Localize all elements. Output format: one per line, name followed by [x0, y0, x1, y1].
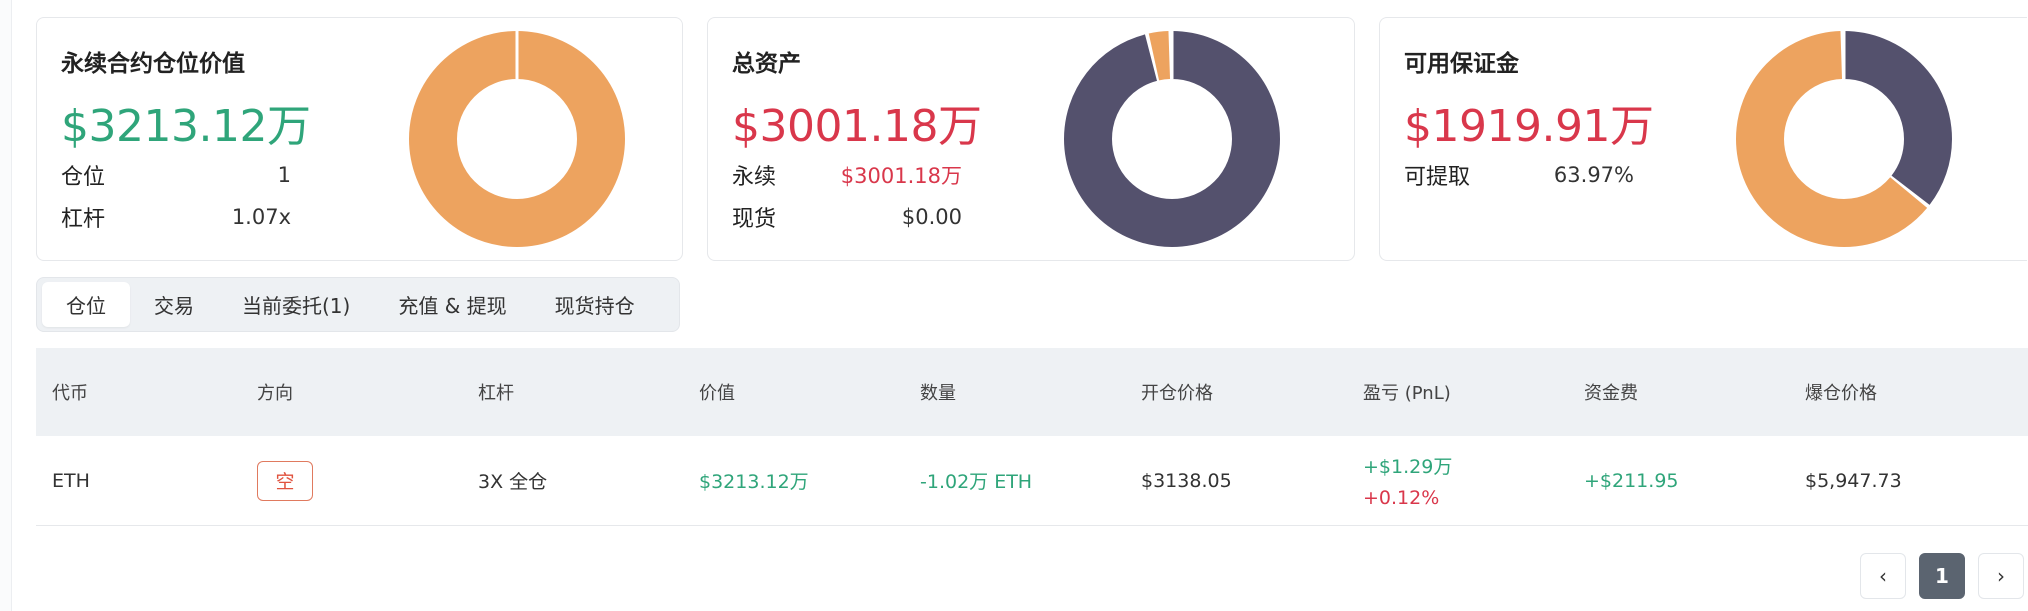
- row-label: 现货: [732, 207, 777, 232]
- header-entry-price: 开仓价格: [1141, 383, 1213, 404]
- row-value: 1.07x: [231, 205, 291, 229]
- card-title: 永续合约仓位价值: [61, 51, 245, 77]
- pnl-percent: +0.12%: [1363, 487, 1440, 509]
- cell-funding: +$211.95: [1584, 469, 1679, 492]
- card-row-spot: 现货 $0.00: [732, 200, 962, 234]
- card-row-position: 仓位 1: [61, 158, 291, 192]
- positions-table: 代币 方向 杠杆 价值 数量 开仓价格 盈亏 (PnL) 资金费 爆仓价格 ET…: [36, 348, 2028, 526]
- pnl-amount: +$1.29万: [1363, 456, 1453, 478]
- header-liq-price: 爆仓价格: [1805, 383, 1877, 404]
- row-label: 杠杆: [61, 207, 106, 232]
- header-side: 方向: [257, 383, 293, 404]
- header-token: 代币: [52, 383, 88, 404]
- donut-chart-position: [409, 31, 625, 247]
- card-row-withdrawable: 可提取 63.97%: [1404, 158, 1634, 192]
- table-header: 代币 方向 杠杆 价值 数量 开仓价格 盈亏 (PnL) 资金费 爆仓价格: [36, 348, 2028, 436]
- tab-trades[interactable]: 交易: [130, 282, 218, 327]
- row-label: 永续: [732, 165, 777, 190]
- header-pnl: 盈亏 (PnL): [1363, 383, 1451, 404]
- side-short-badge: 空: [257, 460, 313, 501]
- card-value: $3213.12万: [61, 101, 311, 152]
- section-tabs: 仓位 交易 当前委托(1) 充值 & 提现 现货持仓: [36, 277, 680, 332]
- header-leverage: 杠杆: [478, 383, 514, 404]
- card-title: 总资产: [732, 51, 801, 77]
- card-row-leverage: 杠杆 1.07x: [61, 200, 291, 234]
- row-value: 1: [277, 163, 291, 187]
- cell-liq-price: $5,947.73: [1805, 469, 1902, 492]
- total-assets-card: 总资产 $3001.18万 永续 $3001.18万 现货 $0.00: [707, 17, 1355, 261]
- card-row-perp: 永续 $3001.18万: [732, 158, 962, 192]
- row-label: 可提取: [1404, 165, 1471, 190]
- row-label: 仓位: [61, 165, 106, 190]
- perp-position-value-card: 永续合约仓位价值 $3213.12万 仓位 1 杠杆 1.07x: [36, 17, 683, 261]
- page-1-button[interactable]: 1: [1919, 553, 1965, 599]
- row-value: $0.00: [901, 205, 962, 229]
- cell-side: 空: [257, 460, 313, 501]
- tab-deposit-withdraw[interactable]: 充值 & 提现: [374, 282, 530, 327]
- tab-spot-holdings[interactable]: 现货持仓: [531, 282, 659, 327]
- donut-segment-0: [1064, 31, 1280, 247]
- tab-positions[interactable]: 仓位: [42, 282, 130, 327]
- donut-segment-0: [409, 31, 625, 247]
- next-page-button[interactable]: ›: [1978, 553, 2024, 599]
- card-title: 可用保证金: [1404, 51, 1519, 77]
- cell-entry-price: $3138.05: [1141, 469, 1232, 492]
- tab-open-orders[interactable]: 当前委托(1): [218, 282, 374, 327]
- cell-value: $3213.12万: [699, 471, 809, 493]
- card-value: $3001.18万: [732, 101, 982, 152]
- cell-pnl: +$1.29万 +0.12%: [1363, 452, 1452, 509]
- row-value: $3001.18万: [840, 164, 962, 188]
- donut-chart-assets: [1064, 31, 1280, 247]
- donut-chart-margin: [1736, 31, 1952, 247]
- available-margin-card: 可用保证金 $1919.91万 可提取 63.97%: [1379, 17, 2027, 261]
- table-row[interactable]: ETH 空 3X 全仓 $3213.12万 -1.02万 ETH $3138.0…: [36, 436, 2028, 526]
- left-edge: [0, 0, 12, 611]
- row-value: 63.97%: [1553, 163, 1634, 187]
- header-funding: 资金费: [1584, 383, 1638, 404]
- cell-token: ETH: [52, 469, 90, 492]
- prev-page-button[interactable]: ‹: [1860, 553, 1906, 599]
- header-value: 价值: [699, 383, 735, 404]
- cell-leverage: 3X 全仓: [478, 471, 548, 493]
- cell-quantity: -1.02万 ETH: [920, 471, 1033, 493]
- header-quantity: 数量: [920, 383, 956, 404]
- card-value: $1919.91万: [1404, 101, 1654, 152]
